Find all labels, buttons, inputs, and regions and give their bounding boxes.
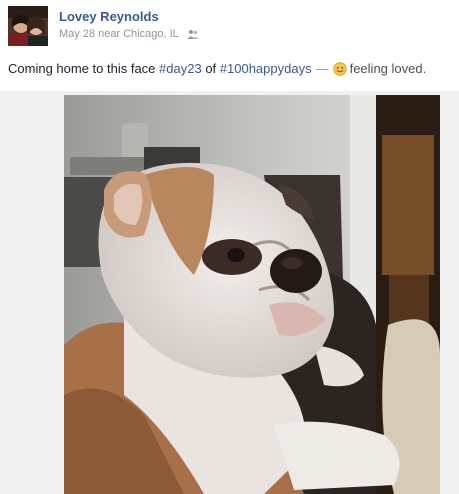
- author-avatar[interactable]: [8, 6, 48, 46]
- post-meta: May 28 near Chicago, IL: [59, 28, 199, 40]
- location-prefix: near: [98, 28, 121, 40]
- smiling-emoji-icon: [332, 61, 347, 76]
- feeling-label[interactable]: feeling loved.: [350, 61, 427, 76]
- post-date[interactable]: May 28: [59, 28, 95, 40]
- author-name[interactable]: Lovey Reynolds: [59, 9, 159, 24]
- friends-icon[interactable]: [187, 29, 199, 40]
- photo-container: [0, 91, 459, 494]
- bulldog-photo[interactable]: [64, 95, 440, 494]
- hashtag-day23[interactable]: #day23: [159, 61, 202, 76]
- status-text: Coming home to this face #day23 of #100h…: [8, 61, 426, 76]
- status-of: of: [205, 61, 217, 76]
- avatar-photo: [8, 6, 48, 46]
- hashtag-100happydays[interactable]: #100happydays: [220, 61, 312, 76]
- status-dash: —: [315, 61, 329, 76]
- post-location[interactable]: Chicago, IL: [123, 28, 179, 40]
- status-message: Coming home to this face: [8, 61, 156, 76]
